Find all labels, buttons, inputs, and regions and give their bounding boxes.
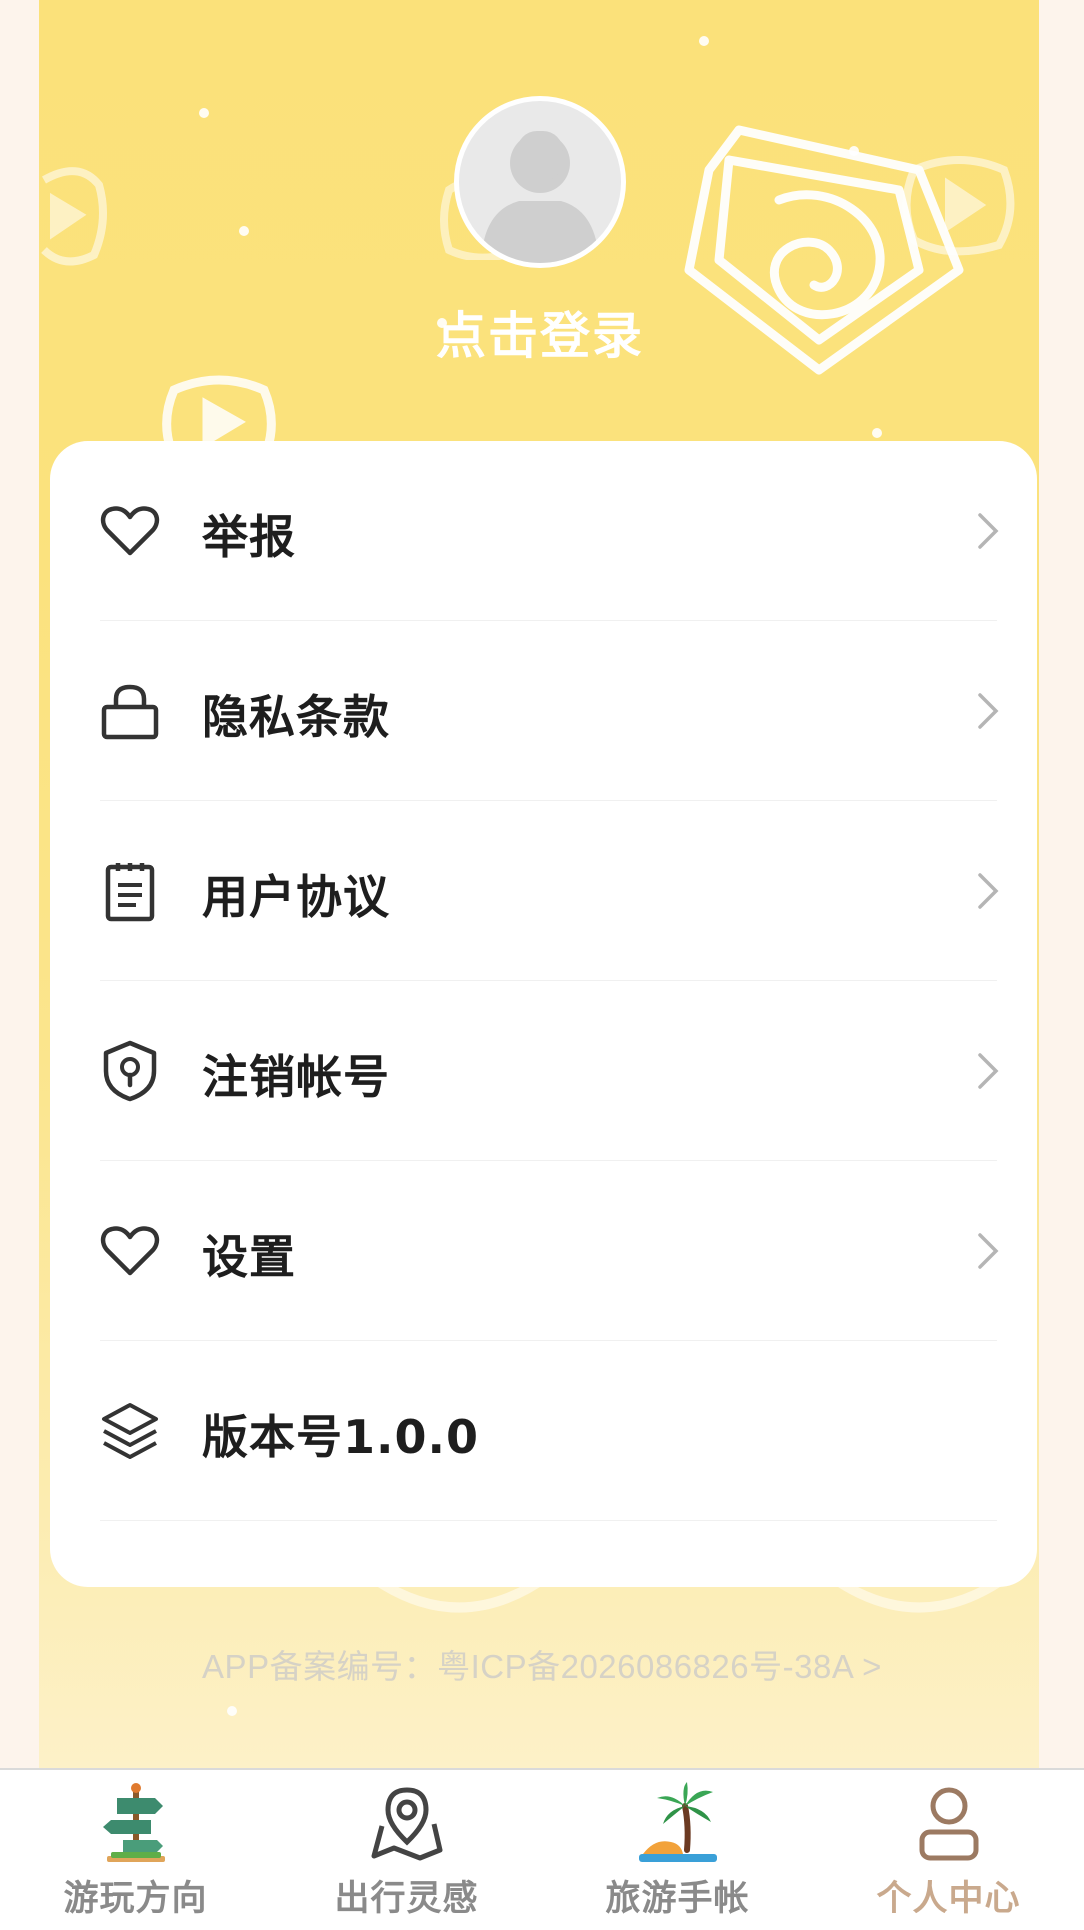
play-bubble-decoration-icon	[41, 167, 107, 266]
sparkle-dot	[227, 1706, 237, 1716]
menu-card: 举报 隐私条款 用户协议 注销帐号 设置 版本号1.0.0	[50, 441, 1037, 1587]
heart-icon	[100, 506, 160, 556]
layers-icon	[102, 1403, 158, 1459]
heart-icon	[100, 1226, 160, 1276]
document-icon	[105, 863, 155, 922]
sparkle-dot	[849, 146, 859, 156]
menu-item-label: 举报	[202, 510, 296, 564]
menu-item-settings[interactable]: 设置	[50, 1161, 1037, 1341]
sparkle-dot	[239, 226, 249, 236]
tab-personal-center[interactable]: 个人中心	[813, 1770, 1084, 1930]
signpost-icon	[102, 1783, 165, 1862]
tab-label: 旅游手帐	[605, 1879, 750, 1919]
chevron-right-icon	[978, 1233, 999, 1269]
bottom-tab-bar: 游玩方向 出行灵感 旅游手帐 个人中心	[0, 1768, 1084, 1930]
login-link[interactable]: 点击登录	[380, 296, 700, 368]
chevron-right-icon	[978, 1053, 999, 1089]
menu-item-delete-account[interactable]: 注销帐号	[50, 981, 1037, 1161]
tab-travel-inspiration[interactable]: 出行灵感	[271, 1770, 542, 1930]
lock-icon	[101, 684, 159, 740]
icp-record-link[interactable]: APP备案编号：粤ICP备2026086826号-38A >	[0, 1640, 1084, 1688]
person-icon	[919, 1787, 978, 1861]
palm-tree-icon	[638, 1782, 717, 1862]
menu-item-user-agreement[interactable]: 用户协议	[50, 801, 1037, 981]
play-bubble-decoration-icon	[902, 156, 1015, 256]
menu-item-version: 版本号1.0.0	[50, 1341, 1037, 1521]
menu-item-label: 隐私条款	[202, 690, 390, 744]
sparkle-dot	[699, 36, 709, 46]
version-label: 版本号1.0.0	[202, 1410, 479, 1464]
chevron-right-icon	[978, 693, 999, 729]
tab-label: 游玩方向	[63, 1879, 208, 1919]
menu-item-label: 设置	[202, 1230, 296, 1284]
map-pin-icon	[371, 1787, 442, 1861]
tab-label: 个人中心	[876, 1879, 1021, 1919]
chevron-right-icon	[978, 873, 999, 909]
menu-item-label: 用户协议	[202, 870, 390, 924]
chevron-right-icon	[978, 513, 999, 549]
avatar[interactable]	[454, 96, 626, 268]
tab-travel-journal[interactable]: 旅游手帐	[542, 1770, 813, 1930]
shield-icon	[103, 1040, 157, 1102]
divider	[100, 1520, 997, 1521]
menu-item-label: 注销帐号	[202, 1050, 390, 1104]
default-avatar-icon	[481, 131, 599, 263]
sparkle-dot	[199, 108, 209, 118]
menu-item-report[interactable]: 举报	[50, 441, 1037, 621]
menu-item-privacy-policy[interactable]: 隐私条款	[50, 621, 1037, 801]
rose-decoration-icon	[684, 125, 964, 375]
tab-label: 出行灵感	[334, 1879, 479, 1919]
tab-play-direction[interactable]: 游玩方向	[0, 1770, 271, 1930]
sparkle-dot	[872, 428, 882, 438]
